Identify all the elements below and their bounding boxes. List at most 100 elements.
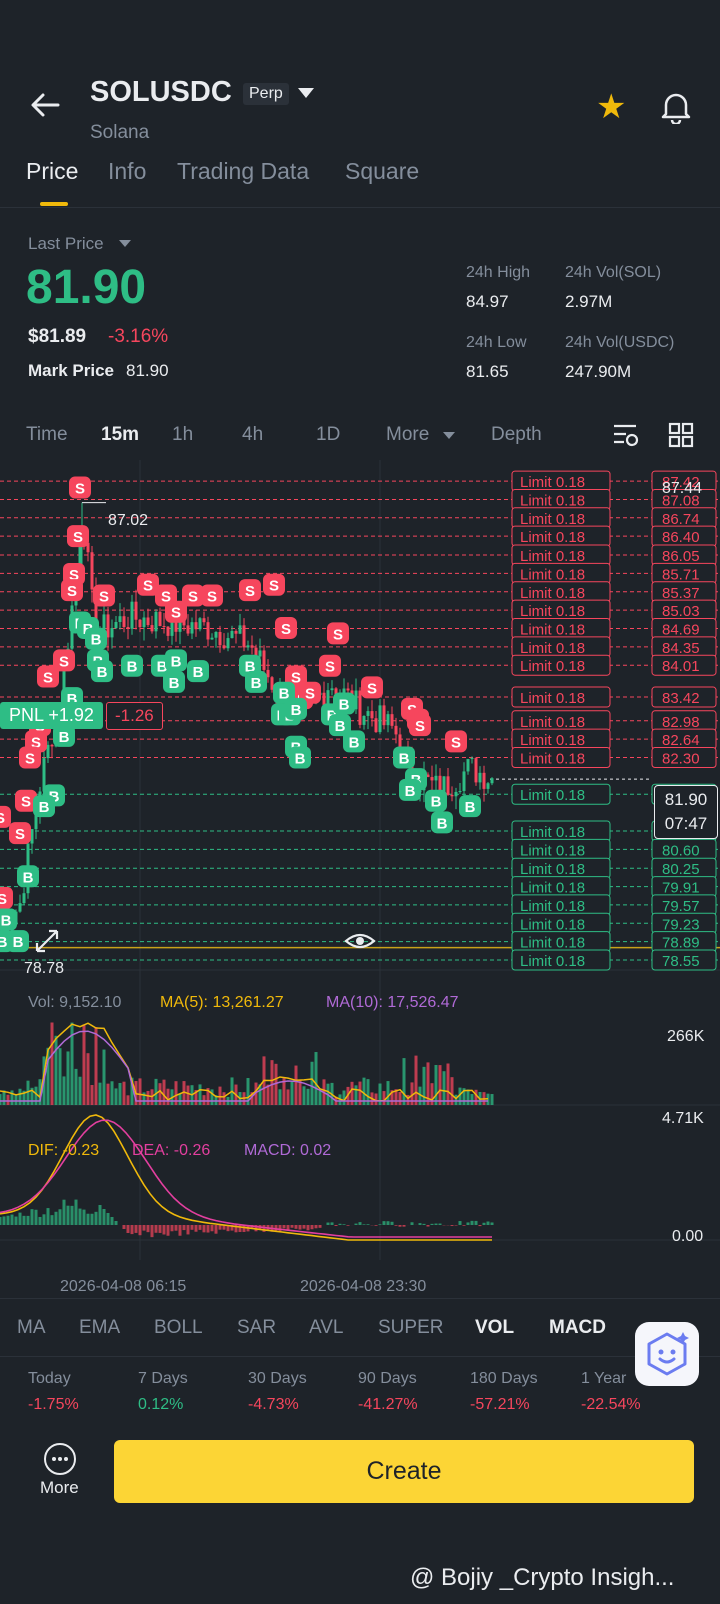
chart-settings-icon[interactable]: [612, 422, 640, 448]
macd-zero-label: 0.00: [672, 1228, 704, 1245]
volume-bar: [434, 1064, 438, 1105]
candle-body: [486, 783, 490, 789]
marker-label: S: [25, 751, 35, 768]
performance-value: 0.12%: [138, 1396, 184, 1413]
macd-bar: [38, 1216, 42, 1225]
candle-body: [378, 705, 382, 733]
more-icon[interactable]: [44, 1443, 76, 1475]
timeframe-1d[interactable]: 1D: [316, 424, 340, 446]
macd-bar: [342, 1224, 346, 1225]
chart-max-label: 87.02: [108, 512, 149, 529]
macd-bar: [470, 1220, 474, 1225]
performance-value: -41.27%: [358, 1396, 418, 1413]
macd-bar: [110, 1217, 114, 1225]
macd-bar: [182, 1225, 186, 1231]
visibility-eye-icon[interactable]: [343, 928, 377, 954]
marker-label: B: [193, 664, 204, 681]
create-button[interactable]: Create: [114, 1440, 694, 1503]
24h-high-label: 24h High: [466, 264, 531, 281]
macd-bar: [58, 1209, 62, 1225]
indicator-boll[interactable]: BOLL: [154, 1317, 203, 1339]
sell-limit-label: Limit 0.18: [520, 658, 585, 675]
tab-square[interactable]: Square: [345, 158, 419, 185]
macd-bar: [390, 1221, 394, 1225]
volume-bar: [86, 1053, 90, 1105]
volume-bar: [6, 1094, 10, 1105]
indicator-macd[interactable]: MACD: [549, 1317, 606, 1339]
timeframe-15m[interactable]: 15m: [101, 424, 139, 446]
indicator-super[interactable]: SUPER: [378, 1317, 443, 1339]
timeframe-1h[interactable]: 1h: [172, 424, 193, 446]
back-arrow-icon[interactable]: [28, 88, 62, 122]
favorite-star-icon[interactable]: ★: [596, 90, 626, 124]
ai-assistant-button[interactable]: [635, 1322, 699, 1386]
last-price-label[interactable]: Last Price: [28, 234, 104, 254]
macd-bar: [150, 1225, 154, 1238]
sell-limit-label: Limit 0.18: [520, 548, 585, 565]
x-axis-date-1: 2026-04-08 06:15: [60, 1278, 187, 1295]
tab-trading-data[interactable]: Trading Data: [177, 158, 309, 185]
volume-bar: [114, 1088, 118, 1105]
volume-bar: [102, 1049, 106, 1105]
indicator-avl[interactable]: AVL: [309, 1317, 344, 1339]
macd-bar: [334, 1225, 338, 1226]
volume-bar: [470, 1094, 474, 1105]
volume-bars: [0, 1022, 494, 1105]
last-price-dropdown-icon[interactable]: [119, 240, 131, 247]
x-axis-date-2: 2026-04-08 23:30: [300, 1278, 427, 1295]
divider: [0, 1356, 720, 1357]
candle-body: [346, 688, 350, 691]
timeframe-depth[interactable]: Depth: [491, 424, 542, 446]
marker-label: B: [335, 718, 346, 735]
tab-price[interactable]: Price: [26, 158, 78, 185]
more-dropdown-icon[interactable]: [443, 432, 455, 439]
kline-chart[interactable]: SSSSSSSSSSSSSSSSSSSSSSSSSSSSSSSSBBBBBBBB…: [0, 460, 720, 1270]
candle-body: [430, 777, 434, 781]
timeframe-time[interactable]: Time: [26, 424, 68, 446]
sell-limit-label: Limit 0.18: [520, 566, 585, 583]
bell-icon[interactable]: [660, 90, 692, 124]
volume-bar: [202, 1095, 206, 1105]
volume-bar: [286, 1089, 290, 1105]
macd-bar: [18, 1212, 22, 1225]
indicator-vol[interactable]: VOL: [475, 1317, 514, 1339]
candle-body: [474, 758, 478, 783]
candle-body: [186, 625, 190, 634]
volume-bar: [62, 1076, 66, 1105]
timeframe-more[interactable]: More: [386, 424, 429, 446]
buy-limit-label: Limit 0.18: [520, 953, 585, 970]
macd-bar: [62, 1199, 66, 1225]
dif-line: [0, 1114, 492, 1241]
indicator-ema[interactable]: EMA: [79, 1317, 120, 1339]
indicator-ma[interactable]: MA: [17, 1317, 46, 1339]
24h-vol-sol-label: 24h Vol(SOL): [565, 264, 662, 281]
candle-body: [214, 631, 218, 638]
volume-bar: [438, 1065, 442, 1105]
candle-body: [250, 645, 254, 648]
marker-label: S: [333, 626, 343, 643]
candle-body: [146, 617, 150, 626]
candle-body: [394, 725, 398, 735]
sell-limit-label: Limit 0.18: [520, 751, 585, 768]
more-label[interactable]: More: [40, 1478, 79, 1498]
fullscreen-icon[interactable]: [32, 926, 62, 956]
candle-body: [358, 690, 362, 725]
tab-info[interactable]: Info: [108, 158, 146, 185]
symbol-dropdown-icon[interactable]: [298, 88, 314, 98]
pnl-badge[interactable]: PNL +1.92: [0, 702, 103, 729]
chart-grid: [0, 460, 720, 1260]
volume-bar: [298, 1079, 302, 1105]
grid-layout-icon[interactable]: [668, 422, 694, 448]
volume-bar: [442, 1071, 446, 1105]
indicator-sar[interactable]: SAR: [237, 1317, 276, 1339]
sell-limit-label: Limit 0.18: [520, 511, 585, 528]
symbol-title[interactable]: SOLUSDC: [90, 76, 232, 109]
24h-low-value: 81.65: [466, 362, 509, 381]
performance-value: -4.73%: [248, 1396, 299, 1413]
volume-bar: [74, 1068, 78, 1105]
macd-bar: [122, 1225, 126, 1229]
macd-bar: [86, 1213, 90, 1225]
macd-bar: [302, 1225, 306, 1229]
timeframe-4h[interactable]: 4h: [242, 424, 263, 446]
macd-bar: [70, 1205, 74, 1225]
